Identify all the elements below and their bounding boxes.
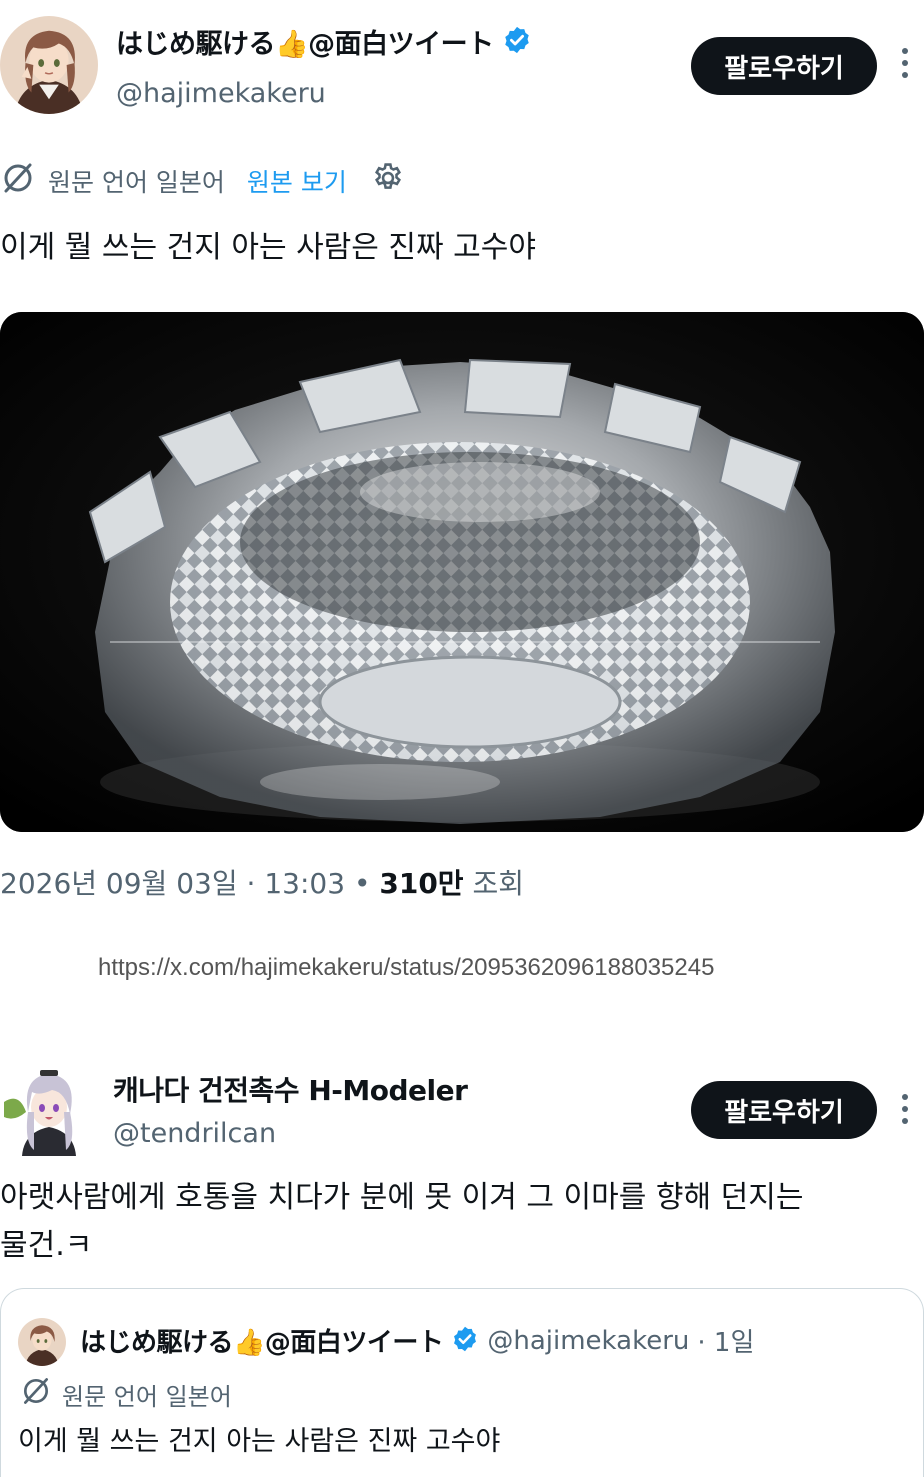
reply-follow-button[interactable]: 팔로우하기 (691, 1081, 877, 1139)
quote-text: 이게 뭘 쓰는 건지 아는 사람은 진짜 고수야 (18, 1426, 501, 1457)
verified-badge-icon (502, 25, 532, 59)
quote-verified-badge-icon (451, 1325, 479, 1357)
tweet-url[interactable]: https://x.com/hajimekakeru/status/209536… (98, 954, 714, 982)
quote-author-avatar[interactable] (18, 1318, 66, 1366)
gear-icon[interactable] (371, 161, 405, 201)
reply-author-avatar[interactable] (4, 1062, 94, 1156)
separator-dot: • (353, 867, 380, 900)
tweet-text: 이게 뭘 쓰는 건지 아는 사람은 진짜 고수야 (0, 230, 536, 265)
reply-author-handle[interactable]: @tendrilcan (113, 1118, 276, 1149)
reply-text-line2: 물건.ㅋ (0, 1228, 93, 1263)
follow-button[interactable]: 팔로우하기 (691, 37, 877, 95)
author-name[interactable]: はじめ駆ける👍@面白ツイート (116, 22, 494, 61)
tweet-time[interactable]: 13:03 (264, 867, 345, 900)
reply-text-line1: 아랫사람에게 호통을 치다가 분에 못 이겨 그 이마를 향해 던지는 (0, 1180, 804, 1215)
tweet-photo[interactable] (0, 312, 924, 832)
views-label: 조회 (472, 867, 525, 900)
translation-note: 원문 언어 일본어 (48, 168, 225, 197)
tweet-date[interactable]: 2026년 09월 03일 (0, 867, 238, 900)
author-avatar[interactable] (0, 16, 98, 114)
quote-translation-note: 원문 언어 일본어 (62, 1382, 232, 1411)
views-count: 310만 (379, 867, 464, 900)
quote-author-handle[interactable]: @hajimekakeru (487, 1326, 689, 1356)
quote-age: · 1일 (697, 1328, 755, 1358)
quote-author-name[interactable]: はじめ駆ける👍@面白ツイート (80, 1322, 444, 1359)
reply-author-name[interactable]: 캐나다 건전촉수 H-Modeler (113, 1069, 468, 1109)
view-original-link[interactable]: 원본 보기 (247, 163, 347, 199)
more-icon[interactable] (898, 48, 912, 78)
author-handle[interactable]: @hajimekakeru (116, 78, 326, 109)
translate-icon (0, 160, 36, 202)
separator-dot: · (246, 867, 265, 900)
reply-more-icon[interactable] (898, 1094, 912, 1124)
quote-translate-icon (20, 1375, 52, 1413)
